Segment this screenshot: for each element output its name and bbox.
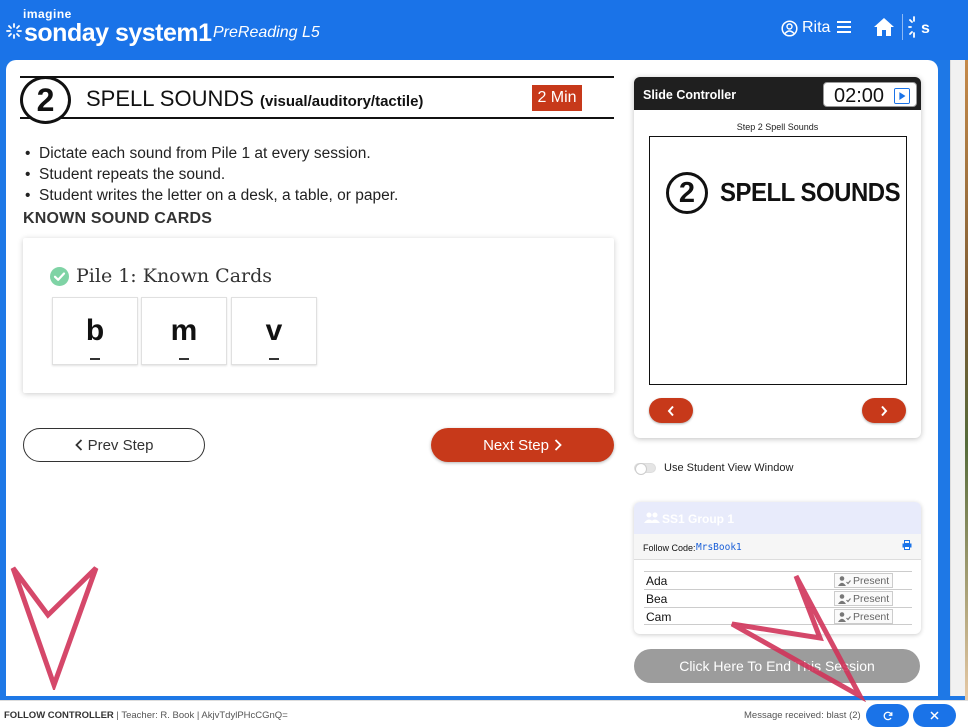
student-roster: Ada Present Bea Present Cam Present	[644, 571, 912, 625]
slide-title: SPELL SOUNDS	[720, 177, 901, 207]
student-row: Bea Present	[644, 589, 912, 607]
student-name: Bea	[646, 592, 668, 606]
footer-teacher-value: R. Book | AkjvTdylPHcCGnQ=	[160, 710, 288, 721]
slide-next-button[interactable]	[862, 398, 906, 423]
brand-name: sonday system1	[24, 19, 212, 47]
sound-card[interactable]: m	[141, 297, 227, 365]
student-name: Ada	[646, 574, 668, 588]
slide-preview: 2 SPELL SOUNDS	[649, 136, 907, 385]
chevron-right-icon	[881, 405, 888, 416]
footer-mode: FOLLOW CONTROLLER	[4, 710, 114, 721]
slide-controller: Slide Controller 02:00 Step 2 Spell Soun…	[634, 77, 921, 438]
chevron-left-icon	[74, 439, 82, 451]
student-row: Ada Present	[644, 571, 912, 589]
sound-card-letter: m	[170, 314, 198, 347]
step-title-text: SPELL SOUNDS	[86, 86, 254, 111]
attendance-status: Present	[853, 610, 890, 623]
home-icon[interactable]	[873, 17, 895, 37]
sound-card[interactable]: b	[52, 297, 138, 365]
close-icon	[930, 711, 939, 720]
step-subtitle: (visual/auditory/tactile)	[260, 93, 424, 110]
slide-controller-header: Slide Controller 02:00	[634, 77, 921, 110]
step-rule-top	[20, 76, 614, 78]
slide-step-number: 2	[666, 172, 708, 214]
chevron-left-icon	[667, 405, 674, 416]
sound-card-letter: v	[265, 314, 283, 347]
slide-controller-title: Slide Controller	[643, 88, 737, 102]
hamburger-menu-icon[interactable]	[836, 19, 852, 35]
footer-teacher-label: | Teacher:	[116, 710, 158, 721]
instruction-list: Dictate each sound from Pile 1 at every …	[25, 143, 398, 206]
student-view-row: Use Student View Window	[634, 461, 793, 475]
refresh-icon	[883, 711, 892, 720]
user-check-icon	[838, 593, 851, 604]
step-title: SPELL SOUNDS (visual/auditory/tactile)	[86, 86, 423, 112]
attendance-status: Present	[853, 574, 890, 587]
student-row: Cam Present	[644, 607, 912, 625]
attendance-button[interactable]: Present	[834, 573, 893, 588]
footer-info: FOLLOW CONTROLLER | Teacher: R. Book | A…	[4, 710, 288, 721]
group-card: SS1 Group 1 Follow Code: MrsBook1 Ada Pr…	[634, 502, 921, 634]
follow-code-row: Follow Code: MrsBook1	[634, 534, 921, 560]
group-name: SS1 Group 1	[662, 512, 735, 526]
step-rule-bottom	[20, 117, 614, 119]
follow-code: MrsBook1	[696, 542, 742, 553]
pile-title: Pile 1: Known Cards	[76, 265, 273, 287]
timer: 02:00	[823, 82, 917, 107]
chevron-right-icon	[554, 439, 562, 451]
attendance-button[interactable]: Present	[834, 591, 893, 606]
pile-card: Pile 1: Known Cards b m v	[23, 238, 614, 393]
user-name: Rita	[802, 19, 831, 36]
user-icon	[781, 19, 798, 37]
end-session-button[interactable]: Click Here To End This Session	[634, 649, 920, 683]
prev-step-button[interactable]: Prev Step	[23, 428, 205, 462]
duration-badge: 2 Min	[532, 85, 582, 111]
play-icon[interactable]	[894, 88, 910, 104]
svg-text:s: s	[921, 20, 930, 37]
section-heading: KNOWN SOUND CARDS	[23, 210, 213, 227]
course-subtitle: PreReading L5	[213, 24, 320, 41]
print-icon[interactable]	[902, 540, 912, 550]
attendance-status: Present	[853, 592, 890, 605]
user-check-icon	[838, 575, 851, 586]
prev-step-label: Prev Step	[87, 436, 154, 454]
step-number-badge: 2	[20, 76, 71, 124]
next-step-label: Next Step	[483, 436, 549, 454]
header-divider	[902, 14, 903, 40]
timer-value: 02:00	[834, 85, 885, 107]
attendance-button[interactable]: Present	[834, 609, 893, 624]
footer-message: Message received: blast (2)	[744, 710, 861, 721]
student-name: Cam	[646, 610, 672, 624]
student-view-toggle[interactable]	[634, 463, 656, 475]
burst-icon	[6, 23, 22, 39]
user-menu[interactable]: Rita	[781, 17, 830, 39]
sonday-logo: imagine sonday system1	[6, 6, 216, 50]
instruction-item: Dictate each sound from Pile 1 at every …	[25, 143, 398, 164]
app-header: imagine sonday system1 PreReading L5 Rit…	[0, 0, 968, 60]
user-check-icon	[838, 611, 851, 622]
users-icon	[644, 512, 660, 523]
instruction-item: Student writes the letter on a desk, a t…	[25, 185, 398, 206]
refresh-button[interactable]	[866, 704, 909, 727]
slide-caption: Step 2 Spell Sounds	[736, 122, 819, 132]
check-circle-icon	[50, 267, 69, 286]
group-header: SS1 Group 1	[634, 502, 921, 534]
slide-prev-button[interactable]	[649, 398, 693, 423]
next-step-button[interactable]: Next Step	[431, 428, 614, 462]
instruction-item: Student repeats the sound.	[25, 164, 398, 185]
sound-card[interactable]: v	[231, 297, 317, 365]
follow-code-label: Follow Code:	[643, 543, 696, 553]
sound-card-letter: b	[85, 314, 105, 347]
close-button[interactable]	[913, 704, 956, 727]
status-footer: FOLLOW CONTROLLER | Teacher: R. Book | A…	[0, 700, 968, 728]
sonday-s-logo-icon[interactable]: s	[908, 14, 936, 40]
student-view-label: Use Student View Window	[664, 462, 794, 474]
